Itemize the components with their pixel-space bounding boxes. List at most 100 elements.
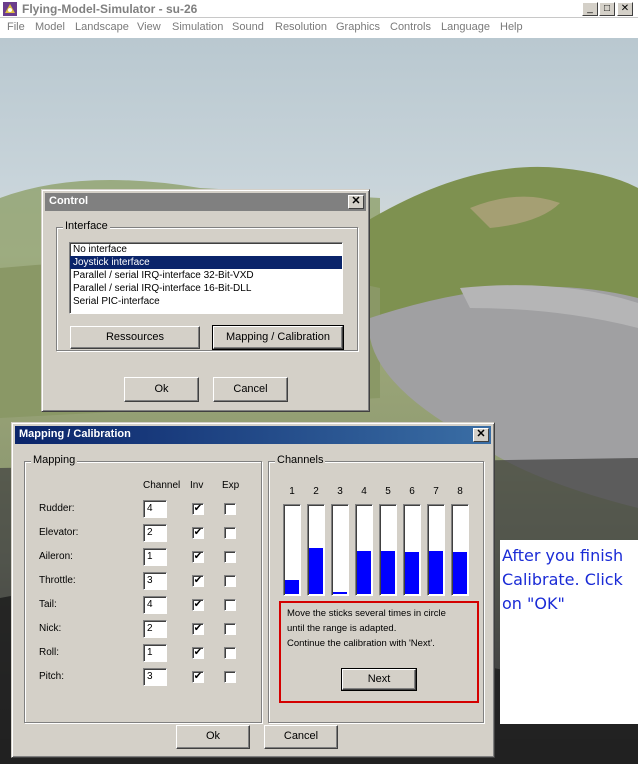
- channel-bar-6: [403, 504, 421, 596]
- mapping-label-tail: Tail:: [39, 599, 57, 610]
- annotation-line-2: Calibrate. Click: [502, 570, 623, 589]
- channel-input-aileron[interactable]: 1: [143, 548, 167, 566]
- exp-checkbox-rudder[interactable]: [224, 503, 236, 515]
- instruction-line-3: Continue the calibration with 'Next'.: [287, 638, 435, 649]
- interface-option-serial-pic[interactable]: Serial PIC-interface: [70, 295, 342, 308]
- channel-input-tail[interactable]: 4: [143, 596, 167, 614]
- exp-checkbox-nick[interactable]: [224, 623, 236, 635]
- channel-number-6: 6: [409, 486, 415, 497]
- menu-language[interactable]: Language: [441, 21, 490, 33]
- exp-checkbox-roll[interactable]: [224, 647, 236, 659]
- minimize-button[interactable]: _: [582, 2, 598, 16]
- mapping-dialog-title: Mapping / Calibration: [19, 428, 131, 440]
- channel-bar-8: [451, 504, 469, 596]
- channel-input-roll[interactable]: 1: [143, 644, 167, 662]
- interface-listbox[interactable]: No interface Joystick interface Parallel…: [69, 242, 343, 314]
- inv-checkbox-throttle[interactable]: ✔: [192, 575, 204, 587]
- control-cancel-button[interactable]: Cancel: [213, 377, 288, 402]
- interface-option-none[interactable]: No interface: [70, 243, 342, 256]
- menu-sound[interactable]: Sound: [232, 21, 264, 33]
- channel-input-nick[interactable]: 2: [143, 620, 167, 638]
- menu-help[interactable]: Help: [500, 21, 523, 33]
- menu-graphics[interactable]: Graphics: [336, 21, 380, 33]
- exp-checkbox-aileron[interactable]: [224, 551, 236, 563]
- control-ok-button[interactable]: Ok: [124, 377, 199, 402]
- exp-checkbox-pitch[interactable]: [224, 671, 236, 683]
- channel-fill-5: [381, 551, 395, 594]
- channel-number-1: 1: [289, 486, 295, 497]
- interface-option-parallel-16bit[interactable]: Parallel / serial IRQ-interface 16-Bit-D…: [70, 282, 342, 295]
- maximize-button[interactable]: □: [599, 2, 615, 16]
- channel-input-rudder[interactable]: 4: [143, 500, 167, 518]
- menu-simulation[interactable]: Simulation: [172, 21, 223, 33]
- inv-checkbox-nick[interactable]: ✔: [192, 623, 204, 635]
- exp-column-header: Exp: [222, 480, 240, 491]
- interface-option-joystick[interactable]: Joystick interface: [70, 256, 342, 269]
- interface-option-parallel-32bit[interactable]: Parallel / serial IRQ-interface 32-Bit-V…: [70, 269, 342, 282]
- annotation-text: After you finish Calibrate. Click on "OK…: [502, 544, 638, 616]
- channel-fill-1: [285, 580, 299, 594]
- interface-group: Interface No interface Joystick interfac…: [56, 220, 358, 351]
- inv-checkbox-rudder[interactable]: ✔: [192, 503, 204, 515]
- control-dialog-title: Control: [49, 195, 89, 207]
- mapping-label-aileron: Aileron:: [39, 551, 73, 562]
- inv-column-header: Inv: [190, 480, 204, 491]
- exp-checkbox-throttle[interactable]: [224, 575, 236, 587]
- mapping-ok-button[interactable]: Ok: [176, 725, 250, 749]
- channel-fill-4: [357, 551, 371, 594]
- control-dialog-titlebar[interactable]: Control ✕: [45, 193, 366, 211]
- channel-fill-2: [309, 548, 323, 594]
- channel-column-header: Channel: [143, 480, 181, 491]
- inv-checkbox-pitch[interactable]: ✔: [192, 671, 204, 683]
- mapping-calibration-button[interactable]: Mapping / Calibration: [212, 325, 344, 350]
- menu-file[interactable]: File: [7, 21, 25, 33]
- inv-checkbox-tail[interactable]: ✔: [192, 599, 204, 611]
- app-logo-icon: [3, 2, 17, 16]
- control-dialog-close-button[interactable]: ✕: [348, 195, 364, 209]
- app-titlebar[interactable]: Flying-Model-Simulator - su-26 _ □ ✕: [0, 0, 638, 18]
- menu-model[interactable]: Model: [35, 21, 65, 33]
- mapping-calibration-dialog: Mapping / Calibration ✕ Mapping Channel …: [11, 422, 495, 758]
- channel-number-8: 8: [457, 486, 463, 497]
- instruction-line-1: Move the sticks several times in circle: [287, 608, 446, 619]
- inv-checkbox-roll[interactable]: ✔: [192, 647, 204, 659]
- menu-controls[interactable]: Controls: [390, 21, 431, 33]
- exp-checkbox-tail[interactable]: [224, 599, 236, 611]
- app-title: Flying-Model-Simulator - su-26: [22, 2, 198, 16]
- annotation-line-1: After you finish: [502, 546, 624, 565]
- mapping-label-nick: Nick:: [39, 623, 62, 634]
- channel-input-throttle[interactable]: 3: [143, 572, 167, 590]
- channel-number-2: 2: [313, 486, 319, 497]
- channel-bar-4: [355, 504, 373, 596]
- interface-group-label: Interface: [63, 220, 110, 232]
- channel-bar-7: [427, 504, 445, 596]
- screenshot-root: Flying-Model-Simulator - su-26 _ □ ✕ Fil…: [0, 0, 638, 764]
- menu-landscape[interactable]: Landscape: [75, 21, 129, 33]
- menu-view[interactable]: View: [137, 21, 161, 33]
- mapping-label-pitch: Pitch:: [39, 671, 65, 682]
- mapping-label-throttle: Throttle:: [39, 575, 76, 586]
- mapping-cancel-button[interactable]: Cancel: [264, 725, 338, 749]
- mapping-group: Mapping Channel Inv Exp Rudder: 4 ✔ Elevato…: [24, 454, 262, 723]
- inv-checkbox-elevator[interactable]: ✔: [192, 527, 204, 539]
- mapping-group-label: Mapping: [31, 454, 78, 466]
- next-button[interactable]: Next: [341, 668, 417, 691]
- mapping-label-roll: Roll:: [39, 647, 60, 658]
- channels-group-label: Channels: [275, 454, 326, 466]
- close-button[interactable]: ✕: [617, 2, 633, 16]
- channel-input-elevator[interactable]: 2: [143, 524, 167, 542]
- channel-input-pitch[interactable]: 3: [143, 668, 167, 686]
- channel-number-7: 7: [433, 486, 439, 497]
- channel-bar-3: [331, 504, 349, 596]
- exp-checkbox-elevator[interactable]: [224, 527, 236, 539]
- calibration-info-box: Move the sticks several times in circle …: [279, 601, 479, 703]
- ressources-button[interactable]: Ressources: [70, 326, 200, 349]
- channel-number-5: 5: [385, 486, 391, 497]
- inv-checkbox-aileron[interactable]: ✔: [192, 551, 204, 563]
- annotation-note: After you finish Calibrate. Click on "OK…: [500, 540, 638, 724]
- channel-fill-8: [453, 552, 467, 594]
- channel-bar-5: [379, 504, 397, 596]
- mapping-dialog-close-button[interactable]: ✕: [473, 428, 489, 442]
- mapping-dialog-titlebar[interactable]: Mapping / Calibration ✕: [15, 426, 491, 444]
- menu-resolution[interactable]: Resolution: [275, 21, 327, 33]
